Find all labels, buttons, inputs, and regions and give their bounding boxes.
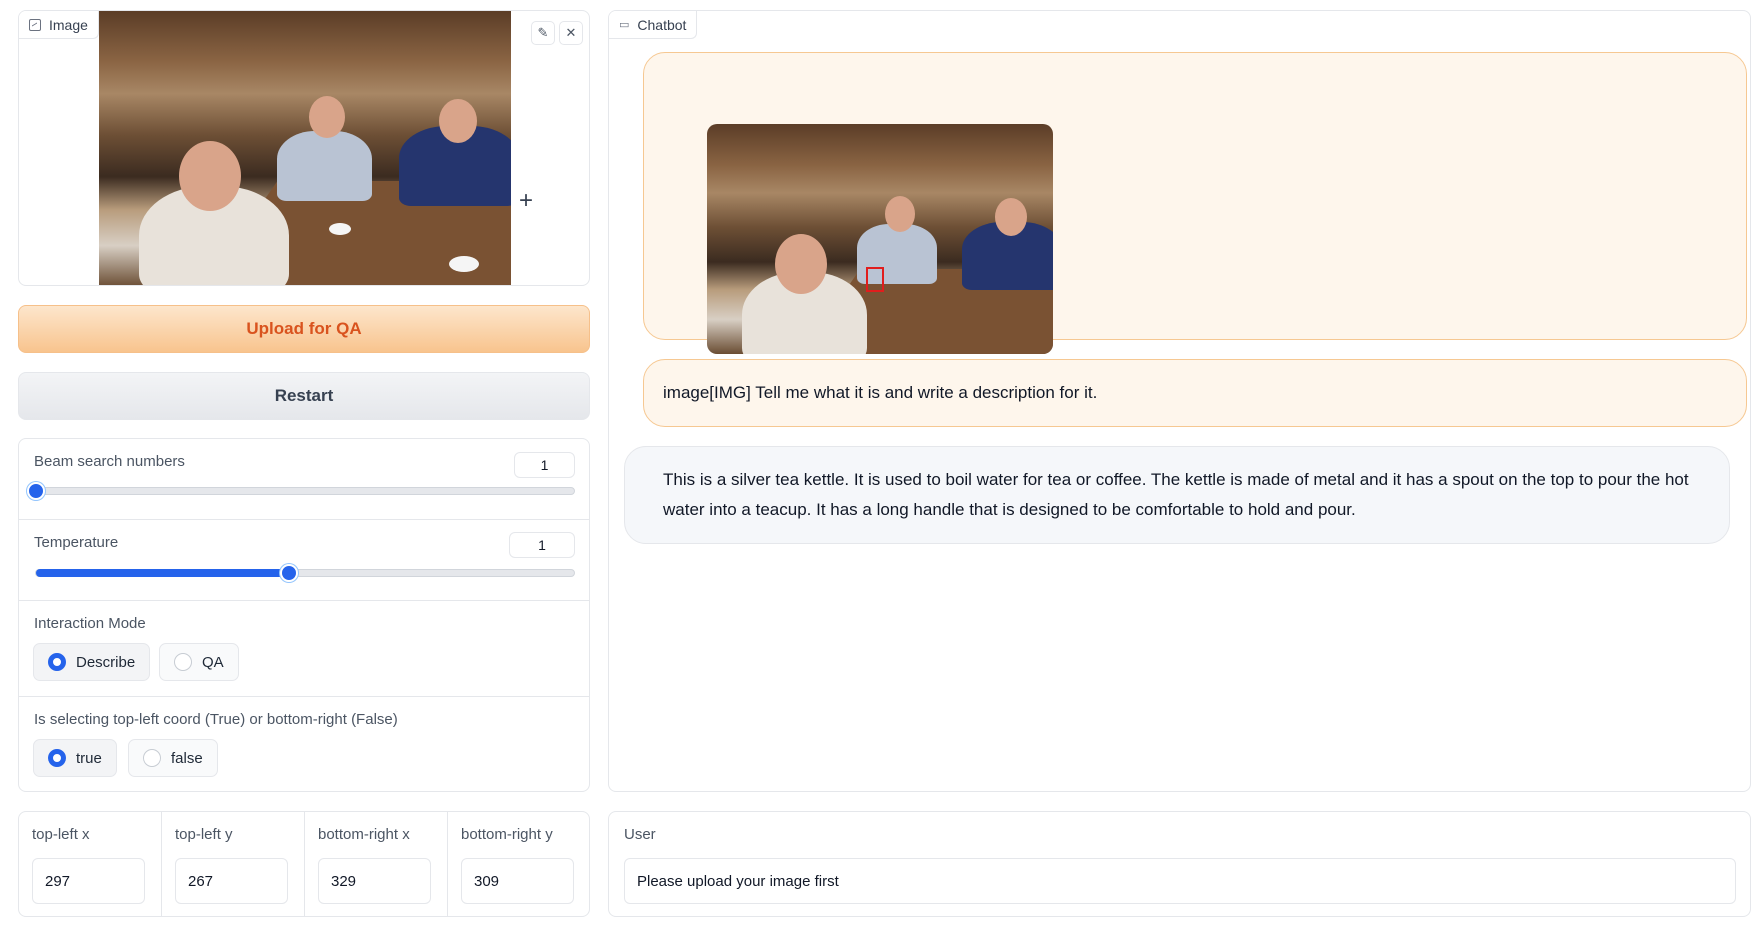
radio-false-label: false [171, 749, 203, 767]
image-label-tag: Image [19, 11, 99, 39]
temperature-slider[interactable] [35, 564, 575, 582]
user-text-input[interactable]: Please upload your image first [624, 858, 1736, 904]
radio-true-label: true [76, 749, 102, 767]
restart-button[interactable]: Restart [18, 372, 590, 420]
temperature-number-input[interactable]: 1 [509, 532, 575, 558]
radio-describe-label: Describe [76, 653, 136, 671]
temperature-slider-thumb[interactable] [279, 564, 298, 582]
bounding-box [866, 267, 884, 292]
radio-unselected-icon [143, 749, 161, 767]
image-icon [29, 18, 41, 31]
beam-search-slider-thumb[interactable] [27, 482, 45, 500]
chat-photo [707, 124, 1053, 354]
image-upload-panel[interactable]: Image ✎ ✕ + [18, 10, 590, 286]
photo-cup [449, 256, 479, 272]
photo-face-left [775, 234, 827, 294]
top-left-x-label: top-left x [32, 826, 90, 843]
photo-face-right [439, 99, 477, 143]
bot-message: This is a silver tea kettle. It is used … [624, 446, 1730, 544]
image-label: Image [49, 16, 88, 33]
top-left-y-input[interactable]: 267 [175, 858, 288, 904]
bottom-right-y-field: bottom-right y 309 [448, 812, 589, 916]
plus-icon[interactable]: + [519, 189, 533, 213]
user-text-message: image[IMG] Tell me what it is and write … [643, 359, 1747, 427]
pencil-icon[interactable]: ✎ [531, 21, 555, 45]
radio-true[interactable]: true [33, 739, 117, 777]
top-left-y-field: top-left y 267 [162, 812, 305, 916]
radio-unselected-icon [174, 653, 192, 671]
photo-face-left [179, 141, 241, 211]
beam-search-section: Beam search numbers 1 [19, 439, 589, 520]
radio-selected-icon [48, 749, 66, 767]
photo-cup [329, 223, 351, 235]
temperature-label: Temperature [34, 534, 119, 551]
beam-search-number-input[interactable]: 1 [514, 452, 575, 478]
bottom-right-x-label: bottom-right x [318, 826, 410, 843]
radio-describe[interactable]: Describe [33, 643, 151, 681]
bottom-right-x-field: bottom-right x 329 [305, 812, 448, 916]
interaction-mode-label: Interaction Mode [34, 615, 146, 632]
uploaded-photo[interactable] [99, 11, 511, 285]
temperature-section: Temperature 1 [19, 520, 589, 601]
upload-for-qa-button[interactable]: Upload for QA [18, 305, 590, 353]
temperature-slider-fill [36, 569, 289, 577]
bot-message-text: This is a silver tea kettle. It is used … [663, 470, 1689, 519]
bottom-right-y-label: bottom-right y [461, 826, 553, 843]
user-message-text: image[IMG] Tell me what it is and write … [663, 383, 1098, 402]
bottom-right-x-input[interactable]: 329 [318, 858, 431, 904]
beam-search-slider[interactable] [27, 482, 575, 500]
top-left-x-input[interactable]: 297 [32, 858, 145, 904]
chatbot-label: Chatbot [637, 16, 687, 33]
interaction-mode-section: Interaction Mode Describe QA [19, 601, 589, 697]
coordinates-panel: top-left x 297 top-left y 267 bottom-rig… [18, 811, 590, 917]
radio-selected-icon [48, 653, 66, 671]
radio-qa[interactable]: QA [159, 643, 239, 681]
coord-select-label: Is selecting top-left coord (True) or bo… [34, 711, 398, 728]
chat-icon: ▭ [619, 19, 630, 31]
chatbot-label-tag: ▭ Chatbot [609, 11, 698, 39]
close-icon[interactable]: ✕ [559, 21, 583, 45]
top-left-x-field: top-left x 297 [19, 812, 162, 916]
photo-face-right [995, 198, 1027, 236]
beam-search-label: Beam search numbers [34, 453, 185, 470]
radio-qa-label: QA [202, 653, 224, 671]
chatbot-panel: ▭ Chatbot image[IMG] Tell me what it is … [608, 10, 1751, 792]
user-image-message [643, 52, 1747, 354]
radio-false[interactable]: false [128, 739, 218, 777]
settings-panel: Beam search numbers 1 Temperature 1 Inte… [18, 438, 590, 792]
user-input-panel: User Please upload your image first [608, 811, 1751, 917]
photo-face-middle [309, 96, 345, 138]
coord-select-section: Is selecting top-left coord (True) or bo… [19, 697, 589, 791]
user-label: User [624, 826, 656, 843]
photo-face-middle [885, 196, 915, 232]
bottom-right-y-input[interactable]: 309 [461, 858, 574, 904]
photo-person-middle [277, 131, 372, 201]
top-left-y-label: top-left y [175, 826, 233, 843]
